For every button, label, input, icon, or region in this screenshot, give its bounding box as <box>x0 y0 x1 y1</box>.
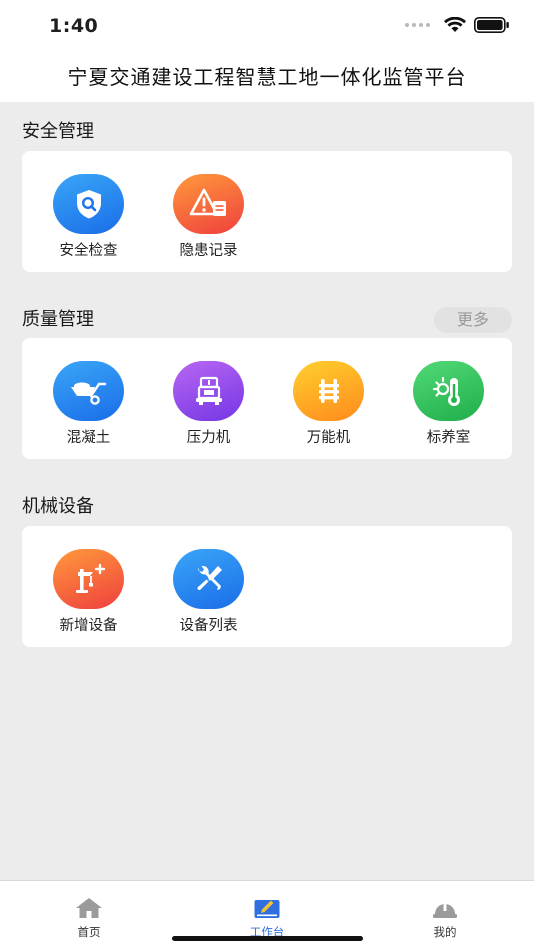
home-icon <box>76 898 102 918</box>
grid-item-label: 万能机 <box>306 430 351 446</box>
section-header-safety: 安全管理 <box>22 117 512 147</box>
grid-item-curing-room[interactable]: 标养室 <box>387 338 507 459</box>
section-title: 机械设备 <box>22 496 94 517</box>
wrench-screwdriver-icon <box>173 549 244 609</box>
warning-document-icon <box>173 174 244 234</box>
hardhat-icon <box>433 902 457 918</box>
nav-bar: 宁夏交通建设工程智慧工地一体化监管平台 <box>0 56 534 102</box>
status-time: 1:40 <box>49 15 99 37</box>
more-button[interactable]: 更多 <box>434 307 512 333</box>
wheelbarrow-icon <box>53 361 124 421</box>
status-bar: 1:40 <box>0 0 534 56</box>
grid-item-add-equipment[interactable]: 新增设备 <box>27 526 147 647</box>
grid-item-universal-machine[interactable]: 万能机 <box>267 338 387 459</box>
signal-dots-icon <box>405 23 430 27</box>
grid-item-hazard-record[interactable]: 隐患记录 <box>147 151 267 272</box>
grid-item-safety-check[interactable]: 安全检查 <box>27 151 147 272</box>
tab-label: 首页 <box>77 925 101 939</box>
home-indicator <box>172 936 363 941</box>
section-header-equipment: 机械设备 <box>22 492 512 522</box>
grid-item-label: 压力机 <box>186 430 231 446</box>
grid-item-press-machine[interactable]: 压力机 <box>147 338 267 459</box>
add-crane-icon <box>53 549 124 609</box>
tab-label: 我的 <box>433 925 457 939</box>
tab-home[interactable]: 首页 <box>49 897 129 940</box>
workbench-pen-icon <box>254 900 280 918</box>
grid-item-label: 新增设备 <box>59 618 118 634</box>
grid-item-label: 安全检查 <box>59 243 118 259</box>
section-title: 安全管理 <box>22 121 94 142</box>
grid-item-equipment-list[interactable]: 设备列表 <box>147 526 267 647</box>
press-machine-icon <box>173 361 244 421</box>
battery-icon <box>474 17 509 33</box>
grid-item-label: 标养室 <box>426 430 471 446</box>
grid-item-label: 混凝土 <box>66 430 111 446</box>
grid-item-label: 隐患记录 <box>179 243 238 259</box>
tab-workbench[interactable]: 工作台 <box>227 897 307 940</box>
wifi-icon <box>444 17 466 32</box>
shield-search-icon <box>53 174 124 234</box>
section-header-quality: 质量管理 更多 <box>22 305 512 335</box>
card-equipment: 新增设备 设备列表 <box>22 526 512 647</box>
grid-item-label: 设备列表 <box>179 618 238 634</box>
card-safety: 安全检查 隐患记录 <box>22 151 512 272</box>
universal-machine-icon <box>293 361 364 421</box>
thermometer-sun-icon <box>413 361 484 421</box>
page-title: 宁夏交通建设工程智慧工地一体化监管平台 <box>67 65 467 89</box>
tab-mine[interactable]: 我的 <box>405 897 485 940</box>
grid-item-concrete[interactable]: 混凝土 <box>27 338 147 459</box>
card-quality: 混凝土 压力机 万能机 标养室 <box>22 338 512 459</box>
status-icons <box>405 17 510 33</box>
